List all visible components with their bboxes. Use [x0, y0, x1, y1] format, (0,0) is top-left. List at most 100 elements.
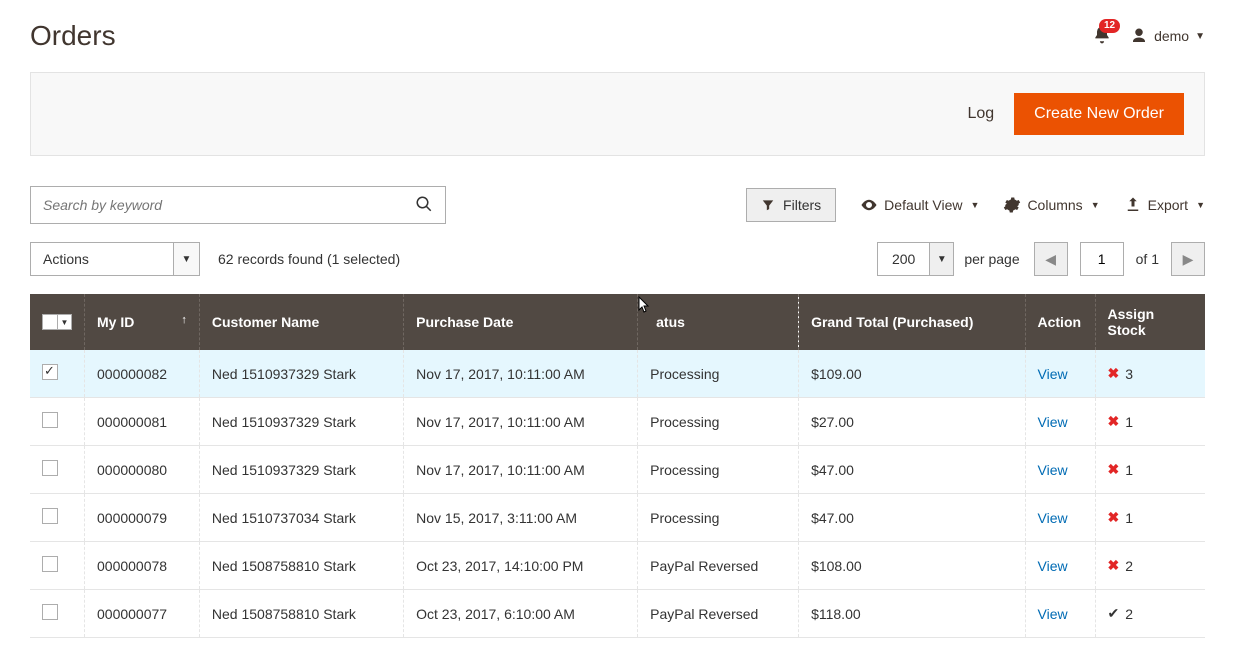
user-name: demo: [1154, 28, 1189, 44]
x-icon: ✖: [1108, 365, 1120, 382]
row-checkbox[interactable]: [42, 604, 58, 620]
assign-count: 2: [1125, 606, 1133, 622]
next-page-button[interactable]: ▶: [1171, 242, 1205, 276]
view-link[interactable]: View: [1038, 606, 1068, 622]
cell-my-id: 000000077: [85, 590, 200, 638]
cell-status: PayPal Reversed: [638, 590, 799, 638]
col-header-assign-stock[interactable]: Assign Stock: [1095, 294, 1205, 350]
create-new-order-button[interactable]: Create New Order: [1014, 93, 1184, 135]
cell-my-id: 000000078: [85, 542, 200, 590]
view-link[interactable]: View: [1038, 414, 1068, 430]
cell-grand-total: $108.00: [799, 542, 1025, 590]
row-checkbox[interactable]: [42, 508, 58, 524]
cell-grand-total: $118.00: [799, 590, 1025, 638]
gear-icon: [1003, 196, 1021, 214]
assign-stock-cell[interactable]: ✖2: [1108, 557, 1194, 574]
columns-dropdown[interactable]: Columns ▼: [1003, 196, 1099, 214]
cell-purchase-date: Oct 23, 2017, 6:10:00 AM: [404, 590, 638, 638]
table-row: 000000077Ned 1508758810 StarkOct 23, 201…: [30, 590, 1205, 638]
caret-down-icon: ▼: [1195, 31, 1205, 42]
assign-stock-cell[interactable]: ✖3: [1108, 365, 1194, 382]
user-icon: [1130, 27, 1148, 45]
row-checkbox[interactable]: [42, 412, 58, 428]
table-row: 000000078Ned 1508758810 StarkOct 23, 201…: [30, 542, 1205, 590]
col-header-customer-name[interactable]: Customer Name: [199, 294, 403, 350]
chevron-left-icon: ◀: [1045, 251, 1056, 268]
row-checkbox[interactable]: [42, 556, 58, 572]
notifications-badge: 12: [1099, 19, 1120, 33]
cell-purchase-date: Oct 23, 2017, 14:10:00 PM: [404, 542, 638, 590]
col-header-purchase-date[interactable]: Purchase Date: [404, 294, 638, 350]
assign-count: 1: [1125, 510, 1133, 526]
cell-customer-name: Ned 1510937329 Stark: [199, 446, 403, 494]
col-header-status[interactable]: atus: [638, 294, 799, 350]
cell-grand-total: $27.00: [799, 398, 1025, 446]
col-header-my-id[interactable]: My ID↑: [85, 294, 200, 350]
actions-label: Actions: [31, 251, 173, 267]
cell-status: Processing: [638, 350, 799, 398]
caret-down-icon: ▼: [58, 314, 72, 330]
per-page-value: 200: [878, 251, 929, 267]
col-header-action[interactable]: Action: [1025, 294, 1095, 350]
per-page-label: per page: [964, 251, 1019, 267]
check-icon: ✔: [1108, 605, 1120, 622]
assign-count: 1: [1125, 414, 1133, 430]
search-button[interactable]: [403, 195, 445, 216]
assign-stock-cell[interactable]: ✖1: [1108, 509, 1194, 526]
caret-down-icon: ▼: [971, 200, 980, 210]
cell-status: Processing: [638, 494, 799, 542]
assign-stock-cell[interactable]: ✔2: [1108, 605, 1194, 622]
export-icon: [1124, 196, 1142, 214]
col-header-grand-total[interactable]: Grand Total (Purchased): [799, 294, 1025, 350]
chevron-right-icon: ▶: [1183, 251, 1194, 268]
page-title: Orders: [30, 20, 116, 52]
eye-icon: [860, 196, 878, 214]
view-link[interactable]: View: [1038, 366, 1068, 382]
table-row: 000000079Ned 1510737034 StarkNov 15, 201…: [30, 494, 1205, 542]
filters-label: Filters: [783, 197, 821, 213]
cell-customer-name: Ned 1510737034 Stark: [199, 494, 403, 542]
cell-my-id: 000000082: [85, 350, 200, 398]
prev-page-button[interactable]: ◀: [1034, 242, 1068, 276]
export-label: Export: [1148, 197, 1188, 213]
per-page-selector[interactable]: 200 ▼: [877, 242, 954, 276]
actions-dropdown[interactable]: Actions ▼: [30, 242, 200, 276]
view-link[interactable]: View: [1038, 462, 1068, 478]
view-link[interactable]: View: [1038, 510, 1068, 526]
cell-purchase-date: Nov 17, 2017, 10:11:00 AM: [404, 350, 638, 398]
cell-customer-name: Ned 1508758810 Stark: [199, 590, 403, 638]
current-page-input[interactable]: [1080, 242, 1124, 276]
table-row: 000000082Ned 1510937329 StarkNov 17, 201…: [30, 350, 1205, 398]
search-input[interactable]: [31, 187, 403, 223]
assign-stock-cell[interactable]: ✖1: [1108, 413, 1194, 430]
cell-status: Processing: [638, 398, 799, 446]
cell-grand-total: $47.00: [799, 446, 1025, 494]
assign-count: 2: [1125, 558, 1133, 574]
cell-status: PayPal Reversed: [638, 542, 799, 590]
search-container: [30, 186, 446, 224]
notifications-button[interactable]: 12: [1092, 25, 1112, 48]
columns-label: Columns: [1027, 197, 1082, 213]
orders-table: ▼ My ID↑ Customer Name Purchase Date atu…: [30, 294, 1205, 638]
caret-down-icon: ▼: [929, 243, 953, 275]
caret-down-icon: ▼: [1091, 200, 1100, 210]
cell-purchase-date: Nov 15, 2017, 3:11:00 AM: [404, 494, 638, 542]
cell-my-id: 000000080: [85, 446, 200, 494]
cell-grand-total: $109.00: [799, 350, 1025, 398]
export-dropdown[interactable]: Export ▼: [1124, 196, 1205, 214]
sort-asc-icon: ↑: [181, 314, 187, 326]
user-menu[interactable]: demo ▼: [1130, 27, 1205, 45]
row-checkbox[interactable]: [42, 364, 58, 380]
default-view-label: Default View: [884, 197, 962, 213]
default-view-dropdown[interactable]: Default View ▼: [860, 196, 979, 214]
row-checkbox[interactable]: [42, 460, 58, 476]
assign-stock-cell[interactable]: ✖1: [1108, 461, 1194, 478]
view-link[interactable]: View: [1038, 558, 1068, 574]
select-all-dropdown[interactable]: ▼: [42, 314, 72, 330]
filters-button[interactable]: Filters: [746, 188, 836, 222]
records-found-text: 62 records found (1 selected): [218, 251, 400, 267]
cell-customer-name: Ned 1510937329 Stark: [199, 350, 403, 398]
log-link[interactable]: Log: [967, 105, 994, 123]
cell-customer-name: Ned 1510937329 Stark: [199, 398, 403, 446]
cell-purchase-date: Nov 17, 2017, 10:11:00 AM: [404, 398, 638, 446]
